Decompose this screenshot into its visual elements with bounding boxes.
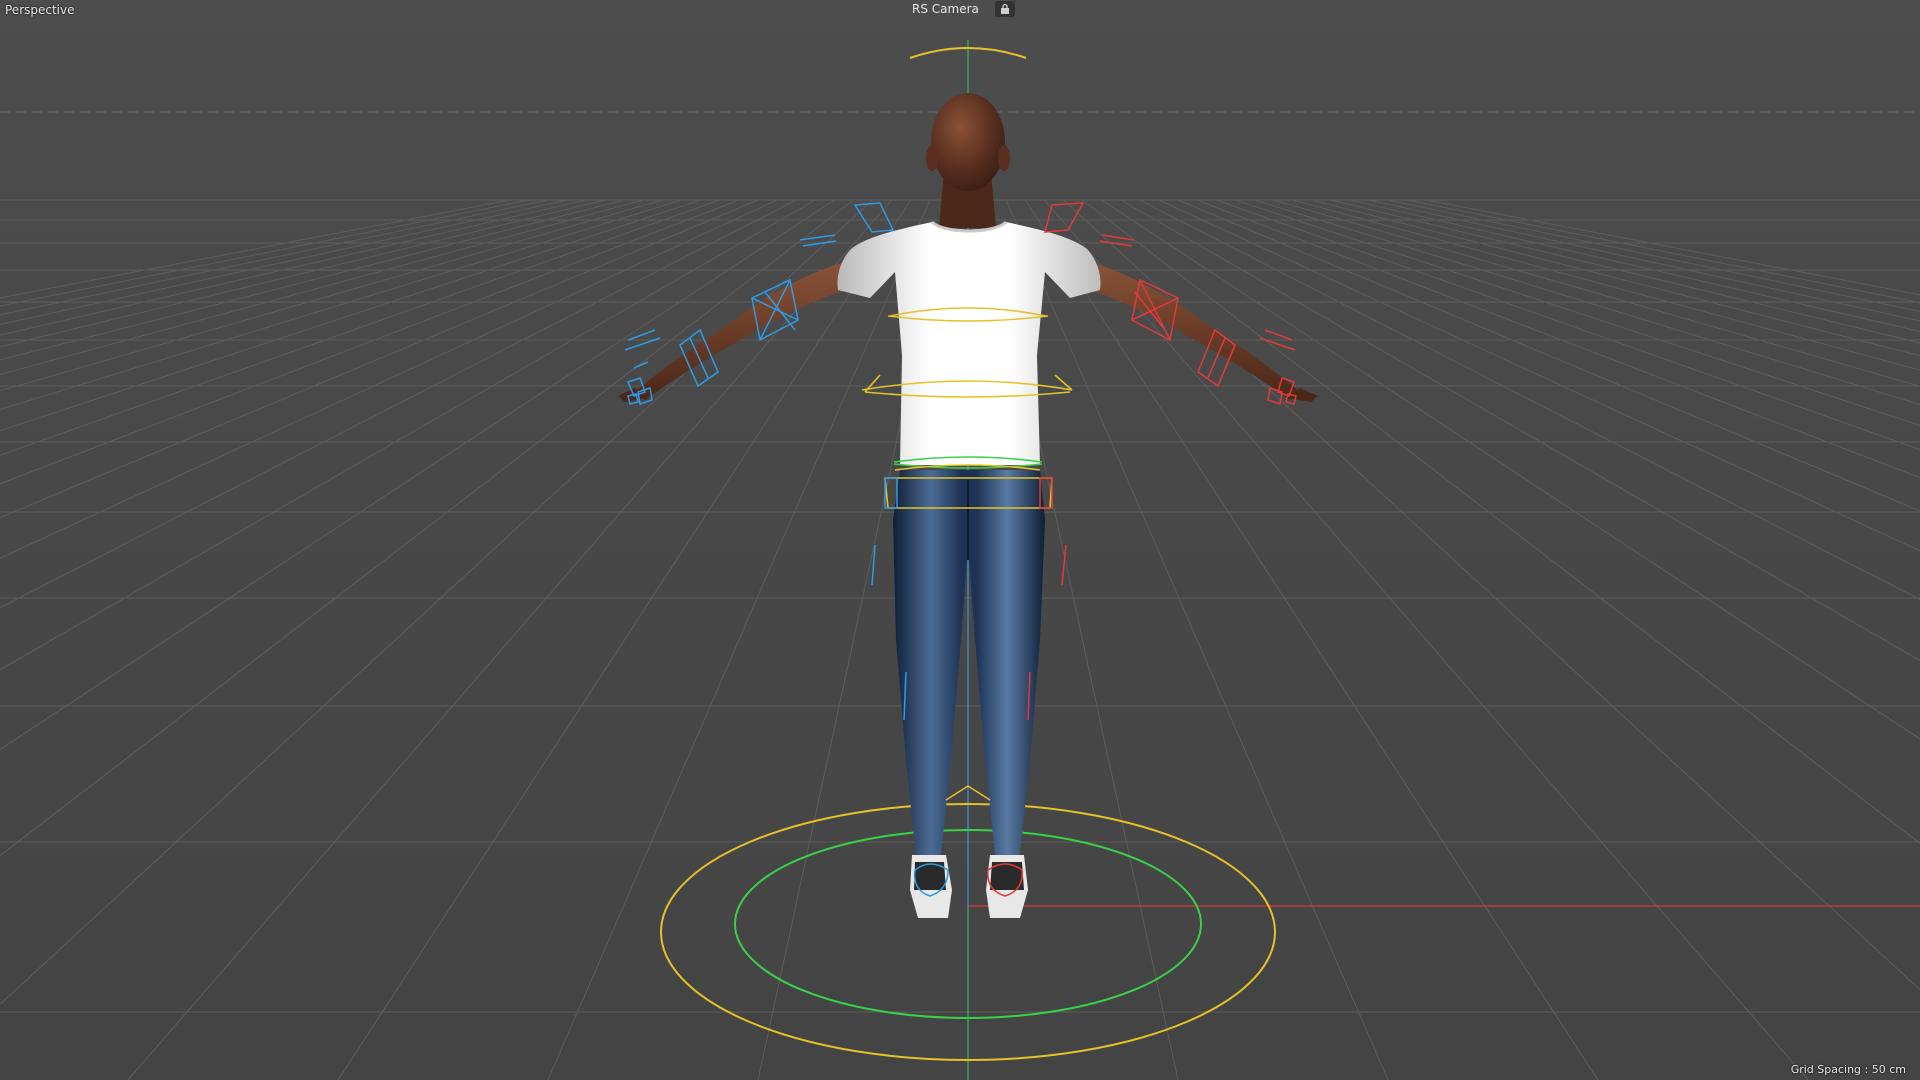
view-name-label[interactable]: Perspective [5, 3, 75, 17]
grid-line [1024, 199, 1599, 1080]
left-arm[interactable] [635, 262, 848, 400]
grid-line [0, 199, 778, 559]
camera-lock-icon[interactable] [994, 1, 1015, 17]
grid-line [127, 199, 893, 1080]
grid-line [0, 199, 587, 336]
grid-line [1235, 199, 1920, 426]
grid-line [0, 199, 606, 348]
grid-line [1101, 199, 1920, 740]
head[interactable] [931, 93, 1005, 191]
grid-line [1216, 199, 1920, 451]
grid-line [0, 199, 510, 299]
rig-right-clavicle-control[interactable] [1099, 234, 1135, 247]
grid-line [0, 199, 816, 671]
grid-line [1043, 199, 1809, 1080]
grid-line [0, 199, 568, 325]
grid-line [1368, 199, 1920, 322]
grid-line [0, 199, 549, 316]
grid-line [1426, 199, 1920, 296]
left-ear [926, 145, 938, 171]
camera-name-label[interactable]: RS Camera [898, 2, 985, 16]
viewport-scene[interactable] [0, 0, 1920, 1080]
grid-line [1196, 199, 1920, 479]
grid-line [1120, 199, 1920, 662]
grid-line [0, 199, 625, 361]
camera-lock-icon-glyph [1000, 3, 1009, 14]
grid-line [1139, 199, 1920, 601]
grid-line [0, 199, 663, 392]
grid-line [337, 199, 912, 1080]
grid-line [1406, 199, 1920, 304]
camera-bar: RS Camera [898, 0, 1015, 18]
rig-right-shoulder-control[interactable] [1044, 202, 1085, 233]
grid-line [0, 199, 644, 375]
grid-line [0, 199, 530, 307]
grid-line [0, 199, 835, 751]
grid-line [1273, 199, 1920, 387]
3d-viewport[interactable]: Perspective RS Camera Grid Spacing : 50 … [0, 0, 1920, 1080]
grid-line [0, 199, 701, 432]
grid-line [0, 199, 682, 410]
rig-left-shoulder-control[interactable] [853, 202, 895, 233]
grid-line [1330, 199, 1920, 344]
grid-line [1387, 199, 1920, 312]
t-shirt[interactable] [837, 222, 1101, 465]
rig-left-hip-control[interactable] [871, 477, 898, 586]
grid-line [0, 199, 797, 609]
right-ear [998, 145, 1010, 171]
grid-spacing-label: Grid Spacing : 50 cm [1790, 1063, 1906, 1076]
grid-line [1311, 199, 1920, 357]
grid-line [0, 199, 759, 519]
grid-line [1177, 199, 1920, 512]
